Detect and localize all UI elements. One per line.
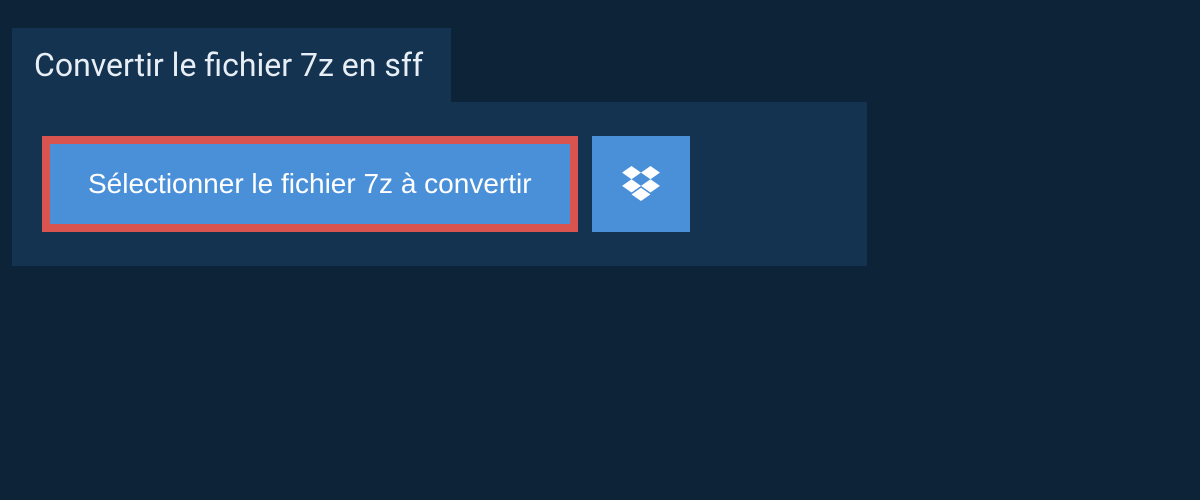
page-title: Convertir le fichier 7z en sff xyxy=(34,46,423,84)
select-file-label: Sélectionner le fichier 7z à convertir xyxy=(88,168,532,200)
dropbox-button[interactable] xyxy=(592,136,690,232)
converter-container: Convertir le fichier 7z en sff Sélection… xyxy=(0,0,1200,266)
title-bar: Convertir le fichier 7z en sff xyxy=(12,28,451,102)
upload-panel: Sélectionner le fichier 7z à convertir xyxy=(12,102,867,266)
dropbox-icon xyxy=(622,166,660,202)
button-row: Sélectionner le fichier 7z à convertir xyxy=(42,136,837,232)
select-file-button[interactable]: Sélectionner le fichier 7z à convertir xyxy=(42,136,578,232)
